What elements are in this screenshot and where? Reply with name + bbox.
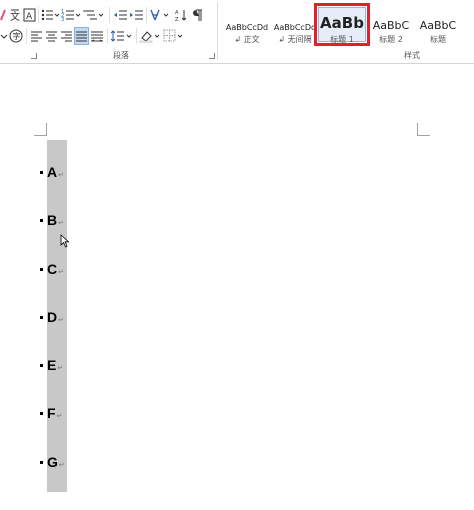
separator — [109, 7, 110, 23]
paragraph-mark-icon: ↵ — [56, 412, 63, 420]
align-left-icon[interactable] — [29, 27, 44, 45]
style-heading-2[interactable]: AaBbC 标题 2 — [369, 4, 413, 48]
style-name: 标题 — [430, 34, 446, 44]
style-preview: AaBbC — [419, 19, 457, 32]
svg-text:3: 3 — [61, 17, 64, 22]
paragraph-mark-icon: ↵ — [58, 219, 64, 227]
paragraph-text: E — [47, 357, 57, 373]
separator — [26, 28, 27, 44]
style-no-spacing[interactable]: AaBbCcDd ↲ 无间隔 — [272, 4, 318, 48]
align-right-icon[interactable] — [59, 27, 74, 45]
style-preview: AaBbC — [372, 19, 410, 32]
margin-corner-top-left — [34, 123, 47, 136]
borders-icon[interactable] — [163, 27, 187, 45]
paragraph-mark-bullet — [40, 170, 43, 174]
font-dropdown-chevron-icon[interactable] — [0, 27, 8, 45]
paragraph-text: A — [47, 164, 58, 180]
separator — [136, 28, 137, 44]
separator — [107, 28, 108, 44]
paragraph-dialog-launcher-icon[interactable] — [209, 53, 215, 59]
justify-icon[interactable] — [74, 27, 89, 45]
paragraph-d[interactable]: D ↵ — [40, 307, 64, 327]
paragraph-tools-row-2: 字 — [0, 26, 187, 46]
phonetic-guide-icon[interactable]: 文 — [8, 6, 22, 24]
paragraph-mark-bullet — [40, 267, 43, 271]
margin-corner-top-right — [417, 123, 430, 136]
svg-text:字: 字 — [13, 31, 21, 41]
paragraph-f[interactable]: F ↵ — [40, 403, 62, 423]
distributed-icon[interactable] — [89, 27, 105, 45]
separator — [38, 7, 39, 23]
svg-text:文: 文 — [10, 10, 20, 22]
paragraph-group-label: 段落 — [113, 51, 129, 60]
paragraph-mark-bullet — [40, 218, 43, 222]
mouse-pointer-icon — [60, 233, 70, 252]
shading-icon[interactable] — [139, 27, 163, 45]
decrease-indent-icon[interactable] — [112, 6, 128, 24]
paragraph-mark-icon: ↵ — [58, 268, 64, 276]
paragraph-g[interactable]: G ↵ — [40, 452, 65, 472]
numbering-icon[interactable]: 123 — [61, 6, 83, 24]
svg-text:Z: Z — [175, 17, 179, 22]
font-color-icon[interactable] — [0, 6, 8, 24]
paragraph-text: G — [47, 454, 58, 470]
paragraph-text: C — [47, 261, 58, 277]
paragraph-mark-bullet — [40, 363, 43, 367]
style-name: 标题 2 — [379, 34, 403, 44]
line-spacing-icon[interactable] — [110, 27, 134, 45]
style-name: ↲ 无间隔 — [278, 34, 312, 44]
group-divider — [217, 2, 218, 60]
chinese-layout-icon[interactable] — [149, 6, 173, 24]
paragraph-mark-icon: ↵ — [58, 316, 64, 324]
paragraph-b[interactable]: B ↵ — [40, 210, 64, 230]
paragraph-text: F — [47, 405, 56, 421]
character-border-icon[interactable]: A — [22, 6, 36, 24]
svg-text:A: A — [175, 10, 179, 16]
paragraph-e[interactable]: E ↵ — [40, 355, 63, 375]
paragraph-c[interactable]: C ↵ — [40, 259, 64, 279]
style-title[interactable]: AaBbC 标题 — [416, 4, 460, 48]
show-formatting-marks-icon[interactable] — [189, 6, 205, 24]
style-normal[interactable]: AaBbCcDd ↲ 正文 — [224, 4, 270, 48]
bullets-icon[interactable] — [41, 6, 61, 24]
paragraph-mark-bullet — [40, 460, 43, 464]
sort-icon[interactable]: AZ — [173, 6, 189, 24]
paragraph-mark-bullet — [40, 315, 43, 319]
paragraph-mark-bullet — [40, 411, 43, 415]
styles-group-label: 样式 — [404, 51, 420, 60]
style-preview: AaBbCcDd — [273, 23, 317, 32]
paragraph-mark-icon: ↵ — [58, 461, 65, 469]
align-center-icon[interactable] — [44, 27, 59, 45]
multilevel-list-icon[interactable] — [83, 6, 107, 24]
paragraph-a[interactable]: A ↵ — [40, 162, 64, 182]
increase-indent-icon[interactable] — [128, 6, 144, 24]
ribbon: 文 A 123 AZ 字 段落 样式 AaBbCcDd ↲ 正文 AaBbCcD… — [0, 0, 474, 64]
paragraph-tools-row-1: 文 A 123 AZ — [0, 5, 205, 25]
style-name: ↲ 正文 — [234, 34, 260, 44]
paragraph-text: B — [47, 212, 58, 228]
enclose-characters-icon[interactable]: 字 — [8, 27, 24, 45]
font-dialog-launcher-icon[interactable] — [31, 53, 37, 59]
style-preview: AaBbCcDd — [225, 23, 269, 32]
document-page[interactable]: A ↵ B ↵ C ↵ D ↵ E ↵ F ↵ G ↵ — [0, 65, 474, 510]
paragraph-mark-icon: ↵ — [58, 171, 64, 179]
style-selection-annotation — [314, 3, 370, 46]
separator — [146, 7, 147, 23]
svg-text:A: A — [26, 12, 33, 22]
paragraph-text: D — [47, 309, 58, 325]
paragraph-mark-icon: ↵ — [57, 364, 64, 372]
